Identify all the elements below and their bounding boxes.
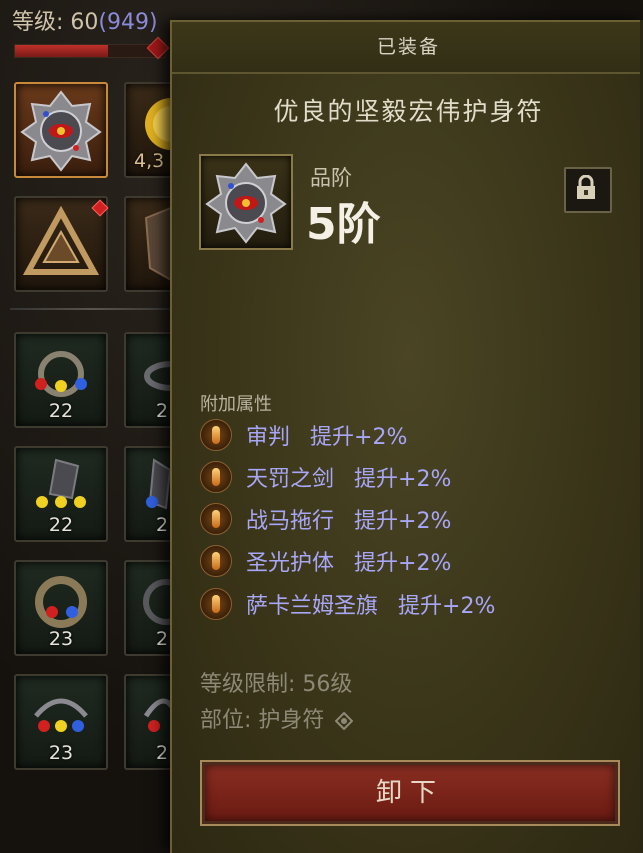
attribute-value: 提升+2%: [310, 425, 408, 450]
item-tooltip: 已装备 优良的坚毅宏伟护身符 品阶 5阶 附加属性 审判 提升+2% 天罚之剑 …: [170, 20, 643, 853]
ring-slot-2[interactable]: 23: [14, 560, 108, 656]
slot-count: 22: [48, 514, 74, 536]
slot-count: 22: [48, 400, 74, 422]
attribute-name: 萨卡兰姆圣旗: [246, 594, 379, 619]
level-label: 等级:: [12, 10, 71, 35]
hp-bar-fill: [15, 45, 108, 57]
item-name: 优良的坚毅宏伟护身符: [273, 97, 544, 126]
attribute-value: 提升+2%: [398, 594, 496, 619]
paragon-value: (949): [98, 10, 158, 35]
slot-type-label: 部位: 护身符: [200, 708, 325, 733]
slot-type: 部位: 护身符: [200, 702, 354, 734]
lock-icon: [577, 175, 595, 199]
attribute-value: 提升+2%: [354, 551, 452, 576]
amulet-slot[interactable]: [14, 82, 108, 178]
earring-slot-1[interactable]: 23: [14, 674, 108, 770]
lock-button[interactable]: [564, 167, 612, 213]
inventory-divider: [10, 308, 175, 310]
equipped-header: 已装备: [172, 22, 643, 74]
attribute-value: 提升+2%: [354, 467, 452, 492]
attribute-row: 审判 提升+2%: [200, 418, 407, 452]
attributes-title: 附加属性: [200, 394, 272, 415]
amulet-slot-icon: [335, 712, 354, 730]
level-value: 60: [70, 10, 99, 35]
attribute-row: 萨卡兰姆圣旗 提升+2%: [200, 587, 495, 621]
attribute-row: 天罚之剑 提升+2%: [200, 460, 451, 494]
attribute-name: 天罚之剑: [246, 467, 335, 492]
amulet-icon: [20, 90, 102, 172]
attribute-name: 圣光护体: [246, 551, 335, 576]
slot-count: 23: [48, 628, 74, 650]
level-requirement: 等级限制: 56级: [200, 672, 353, 697]
unequip-button[interactable]: 卸下: [200, 760, 620, 826]
attribute-name: 审判: [246, 425, 291, 450]
attribute-name: 战马拖行: [246, 509, 335, 534]
gem-ring-slot-1[interactable]: 22: [14, 332, 108, 428]
item-icon-frame: [199, 154, 293, 250]
banner-icon: [200, 588, 232, 620]
sword-icon: [200, 461, 232, 493]
horse-icon: [200, 503, 232, 535]
attribute-row: 战马拖行 提升+2%: [200, 502, 451, 536]
hp-bar: [14, 44, 166, 58]
attribute-row: 圣光护体 提升+2%: [200, 544, 451, 578]
attribute-value: 提升+2%: [354, 509, 452, 534]
judgment-icon: [200, 419, 232, 451]
level-display: 等级: 60(949): [12, 4, 158, 36]
grade-value: 5阶: [306, 199, 381, 250]
bracer-slot[interactable]: 22: [14, 446, 108, 542]
slot-count: 23: [48, 742, 74, 764]
triangle-emblem-icon: [22, 205, 100, 275]
amulet-icon: [205, 162, 287, 244]
holy-shield-icon: [200, 545, 232, 577]
